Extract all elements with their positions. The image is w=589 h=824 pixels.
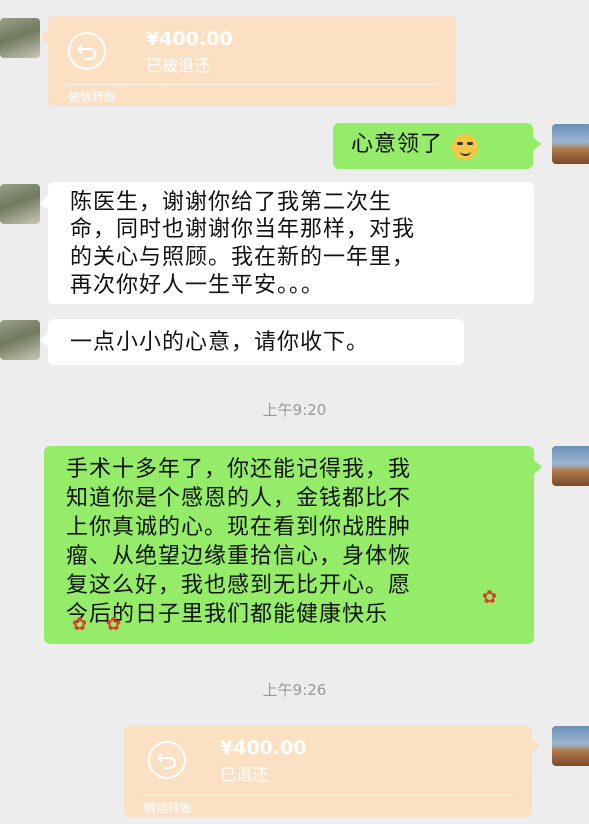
divider [142, 795, 514, 796]
outgoing-message[interactable]: 心意领了 [333, 123, 541, 169]
message-line: 再次你好人一生平安。。。 [70, 273, 325, 298]
contact-avatar[interactable] [0, 320, 40, 360]
incoming-message[interactable]: 陈医生，谢谢你给了我第二次生 命，同时也谢谢你当年那样，对我 的关心与照顾。我在… [40, 182, 534, 304]
message-line: 命，同时也谢谢你当年那样，对我 [70, 217, 416, 242]
transfer-card-outgoing[interactable]: ¥400.00 已退还 微信转账 [124, 725, 540, 817]
my-avatar[interactable] [552, 124, 589, 164]
transfer-status: 已被退还 [146, 56, 211, 75]
message-line: 上你真诚的心。现在看到你战胜肿 [66, 515, 412, 540]
message-line: 的关心与照顾。我在新的一年里， [70, 245, 416, 270]
message-line: 复这么好，我也感到无比开心。愿 [66, 573, 412, 598]
timestamp: 上午9:20 [262, 401, 327, 419]
transfer-footer: 微信转账 [144, 801, 193, 815]
return-arrow-icon [68, 32, 106, 70]
message-text: 一点小小的心意，请你收下。 [70, 330, 370, 355]
transfer-amount: ¥400.00 [220, 737, 307, 759]
transfer-amount: ¥400.00 [146, 28, 233, 50]
contact-avatar[interactable] [0, 18, 40, 58]
message-line: 知道你是个感恩的人，金钱都比不 [66, 486, 412, 511]
my-avatar[interactable] [552, 446, 589, 486]
incoming-message[interactable]: 一点小小的心意，请你收下。 [40, 319, 464, 365]
transfer-footer: 微信转账 [68, 90, 117, 104]
message-line: 手术十多年了，你还能记得我，我 [66, 457, 412, 482]
outgoing-message[interactable]: 手术十多年了，你还能记得我，我 知道你是个感恩的人，金钱都比不 上你真诚的心。现… [44, 446, 542, 644]
smirk-emoji [452, 133, 479, 160]
message-text: 心意领了 [351, 132, 444, 157]
transfer-status: 已退还 [220, 765, 269, 784]
rose-emoji: ✿ [482, 587, 498, 608]
message-line: 瘤、从绝望边缘重拾信心，身体恢 [66, 544, 412, 569]
divider [66, 84, 438, 85]
return-arrow-icon [148, 741, 186, 779]
rose-emoji: ✿ [72, 614, 88, 635]
contact-avatar[interactable] [0, 184, 40, 224]
transfer-card-incoming[interactable]: ¥400.00 已被退还 微信转账 [40, 16, 456, 106]
rose-emoji: ✿ [106, 614, 122, 635]
timestamp: 上午9:26 [262, 681, 327, 699]
my-avatar[interactable] [552, 726, 589, 766]
